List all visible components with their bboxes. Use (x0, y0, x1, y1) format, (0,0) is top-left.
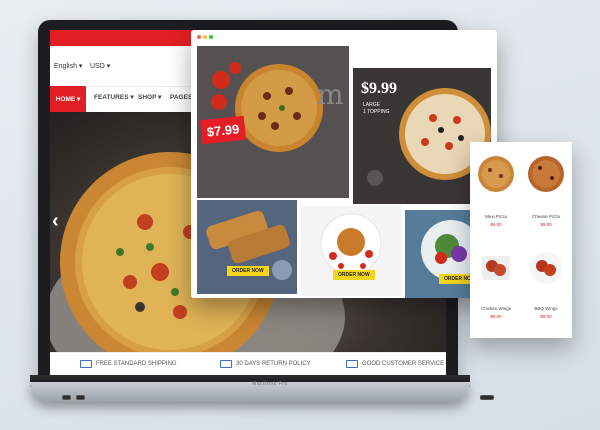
truck-icon (80, 360, 92, 368)
product-price: $9.00 (490, 222, 502, 227)
product-name[interactable]: BBQ Wings (525, 306, 567, 311)
feature-shipping: FREE STANDARD SHIPPING (80, 360, 177, 368)
feature-returns: 30 DAYS RETURN POLICY (220, 360, 311, 368)
product-price: $9.00 (490, 314, 502, 319)
order-now-button[interactable]: ORDER NOW (227, 266, 269, 276)
nav-shop[interactable]: SHOP ▾ (138, 93, 161, 101)
nav-home[interactable]: HOME ▾ (50, 86, 86, 112)
currency-select[interactable]: USD ▾ (90, 62, 110, 70)
product-image[interactable] (528, 250, 564, 286)
product-image[interactable] (478, 250, 514, 286)
usb-port-icon (76, 395, 85, 400)
usb-port-icon (62, 395, 71, 400)
promo-tile-4[interactable]: ORDER NOW (301, 206, 401, 296)
price-label-2: $9.99 (361, 80, 397, 97)
product-card-panel: Mexi Pizza $9.00 Cheese Pizza $9.00 Chic… (470, 142, 572, 338)
browser-window: m $7.99 $9.99 LARGE 1 TOPPING ORDER NOW (191, 30, 497, 298)
laptop-brand-label: MacBook Pro (252, 381, 288, 387)
thumbs-up-icon (346, 360, 358, 368)
maximize-dot-icon[interactable] (209, 35, 213, 39)
port-icon (480, 395, 494, 400)
feature-service: GOOD CUSTOMER SERVICE (346, 360, 444, 368)
product-image[interactable] (526, 154, 566, 194)
order-now-button[interactable]: ORDER NOW (333, 270, 375, 280)
product-price: $9.00 (540, 222, 552, 227)
product-price: $9.00 (540, 314, 552, 319)
minimize-dot-icon[interactable] (203, 35, 207, 39)
svg-text:m: m (317, 78, 344, 111)
product-image[interactable] (476, 154, 516, 194)
slider-prev-arrow[interactable]: ‹ (52, 210, 59, 233)
price-tag-1: $7.99 (199, 115, 247, 145)
promo-tile-3[interactable]: ORDER NOW (197, 200, 297, 294)
food-image (301, 206, 401, 296)
close-dot-icon[interactable] (197, 35, 201, 39)
food-image (197, 200, 297, 294)
promo-tile-1[interactable]: m $7.99 (197, 46, 349, 198)
product-name[interactable]: Cheese Pizza (525, 214, 567, 219)
language-select[interactable]: English ▾ (54, 62, 82, 70)
card-icon (220, 360, 232, 368)
nav-features[interactable]: FEATURES ▾ (94, 93, 134, 101)
promo-subtitle-2: LARGE 1 TOPPING (363, 102, 390, 115)
product-name[interactable]: Chicken Wings (475, 306, 517, 311)
product-name[interactable]: Mexi Pizza (475, 214, 517, 219)
